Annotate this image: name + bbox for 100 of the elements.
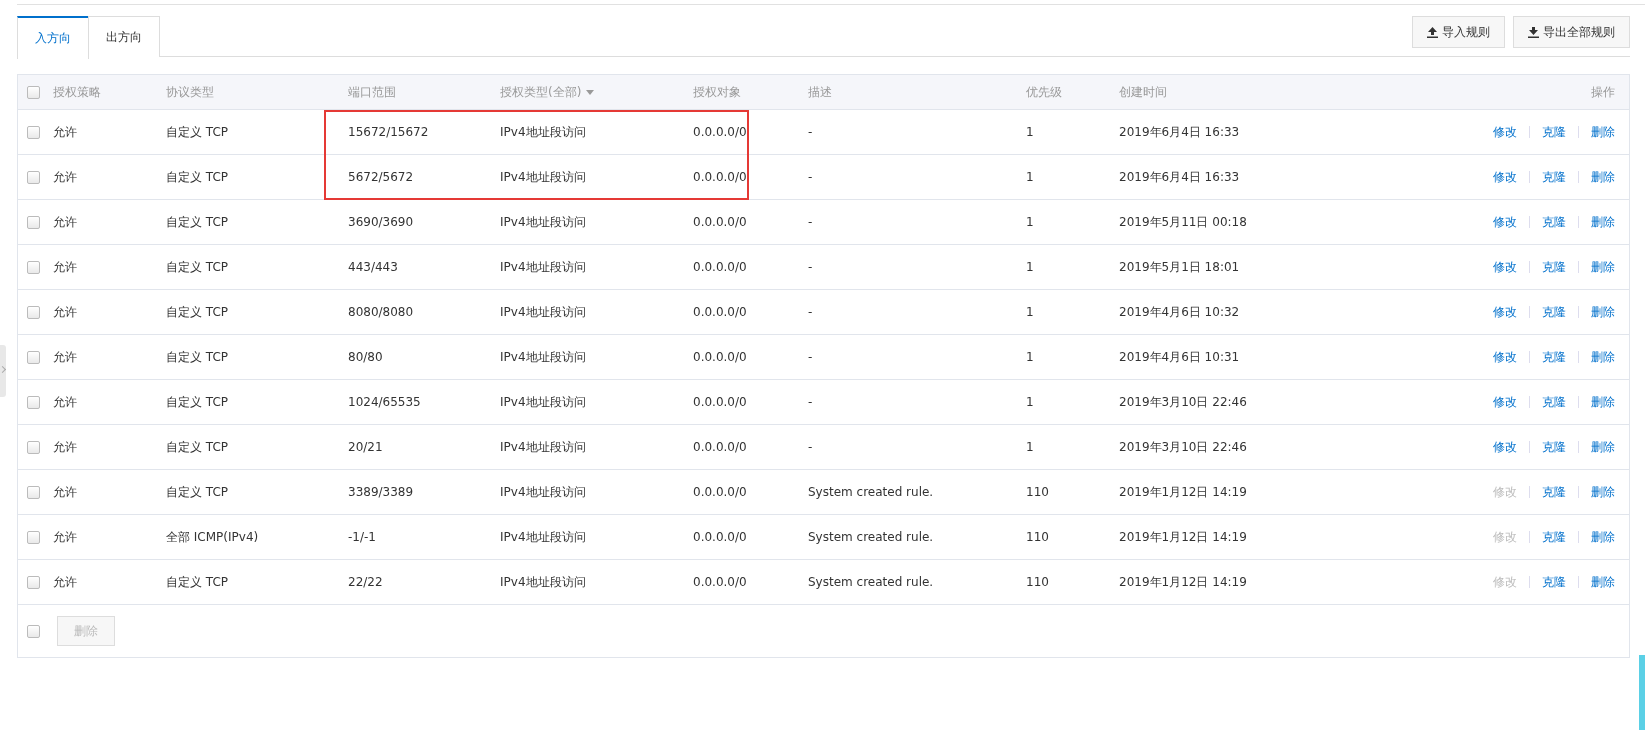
row-checkbox[interactable]: [27, 170, 40, 184]
table-cell: 自定义 TCP: [166, 394, 229, 409]
edit-link[interactable]: 修改: [1493, 438, 1517, 456]
edit-link[interactable]: 修改: [1493, 258, 1517, 276]
table-cell: 0.0.0.0/0: [693, 170, 747, 184]
column-header: 协议类型: [166, 83, 214, 101]
side-collapse-handle[interactable]: [0, 345, 6, 397]
table-cell: 110: [1026, 485, 1049, 499]
column-filter-header[interactable]: 授权类型(全部): [500, 83, 595, 101]
table-cell: 2019年5月11日 00:18: [1119, 214, 1247, 229]
table-cell: 443/443: [348, 260, 398, 274]
table-cell: 2019年4月6日 10:32: [1119, 304, 1240, 319]
table-cell: 2019年5月1日 18:01: [1119, 259, 1240, 274]
delete-link[interactable]: 删除: [1591, 258, 1615, 276]
table-cell: 自定义 TCP: [166, 259, 229, 274]
edit-link[interactable]: 修改: [1493, 348, 1517, 366]
table-cell: 3690/3690: [348, 215, 414, 229]
delete-link[interactable]: 删除: [1591, 168, 1615, 186]
side-widget-strip[interactable]: [1639, 655, 1645, 730]
table-cell: 允许: [53, 304, 77, 319]
row-checkbox[interactable]: [27, 530, 40, 544]
table-cell: System created rule.: [808, 575, 934, 589]
edit-link[interactable]: 修改: [1493, 123, 1517, 141]
delete-link[interactable]: 删除: [1591, 213, 1615, 231]
table-cell: 110: [1026, 530, 1049, 544]
import-button[interactable]: 导入规则: [1412, 16, 1505, 48]
table-cell: -1/-1: [348, 530, 376, 544]
table-cell: 0.0.0.0/0: [693, 260, 747, 274]
column-header: 操作: [1591, 83, 1615, 101]
row-checkbox[interactable]: [27, 215, 40, 229]
table-cell: 自定义 TCP: [166, 124, 229, 139]
select-all-checkbox[interactable]: [27, 85, 40, 99]
table-cell: 1: [1026, 125, 1034, 139]
delete-link[interactable]: 删除: [1591, 348, 1615, 366]
table-cell: 1: [1026, 170, 1034, 184]
row-checkbox[interactable]: [27, 485, 40, 499]
clone-link[interactable]: 克隆: [1542, 168, 1566, 186]
clone-link[interactable]: 克隆: [1542, 213, 1566, 231]
table-cell: 自定义 TCP: [166, 484, 229, 499]
table-cell: 15672/15672: [348, 125, 429, 139]
table-cell: -: [808, 440, 813, 454]
table-cell: 1: [1026, 260, 1034, 274]
table-cell: 2019年1月12日 14:19: [1119, 529, 1247, 544]
table-cell: 0.0.0.0/0: [693, 485, 747, 499]
table-cell: 2019年6月4日 16:33: [1119, 124, 1240, 139]
table-cell: IPv4地址段访问: [500, 304, 586, 319]
table-cell: 1: [1026, 305, 1034, 319]
table-cell: 允许: [53, 259, 77, 274]
clone-link[interactable]: 克隆: [1542, 483, 1566, 501]
table-cell: 0.0.0.0/0: [693, 575, 747, 589]
table-cell: 自定义 TCP: [166, 169, 229, 184]
tab[interactable]: 出方向: [88, 16, 160, 57]
row-checkbox[interactable]: [27, 440, 40, 454]
table-cell: -: [808, 215, 813, 229]
row-checkbox[interactable]: [27, 125, 40, 139]
column-header: 创建时间: [1119, 83, 1167, 101]
delete-link[interactable]: 删除: [1591, 528, 1615, 546]
table-cell: 2019年6月4日 16:33: [1119, 169, 1240, 184]
upload-icon: [1427, 26, 1438, 38]
table-cell: 自定义 TCP: [166, 349, 229, 364]
table-cell: 允许: [53, 439, 77, 454]
table-cell: 0.0.0.0/0: [693, 530, 747, 544]
edit-link[interactable]: 修改: [1493, 168, 1517, 186]
table-cell: 允许: [53, 484, 77, 499]
clone-link[interactable]: 克隆: [1542, 123, 1566, 141]
table-cell: 20/21: [348, 440, 383, 454]
table-cell: System created rule.: [808, 485, 934, 499]
table-cell: 允许: [53, 349, 77, 364]
clone-link[interactable]: 克隆: [1542, 258, 1566, 276]
table-cell: 允许: [53, 169, 77, 184]
table-cell: -: [808, 305, 813, 319]
column-header: 授权策略: [53, 83, 101, 101]
clone-link[interactable]: 克隆: [1542, 348, 1566, 366]
export-button[interactable]: 导出全部规则: [1513, 16, 1630, 48]
clone-link[interactable]: 克隆: [1542, 393, 1566, 411]
tab[interactable]: 入方向: [17, 16, 89, 59]
row-checkbox[interactable]: [27, 575, 40, 589]
row-checkbox[interactable]: [27, 305, 40, 319]
row-checkbox[interactable]: [27, 350, 40, 364]
clone-link[interactable]: 克隆: [1542, 303, 1566, 321]
select-all-checkbox[interactable]: [27, 624, 40, 638]
clone-link[interactable]: 克隆: [1542, 438, 1566, 456]
table-cell: 2019年4月6日 10:31: [1119, 349, 1240, 364]
delete-link[interactable]: 删除: [1591, 573, 1615, 591]
edit-link[interactable]: 修改: [1493, 213, 1517, 231]
clone-link[interactable]: 克隆: [1542, 573, 1566, 591]
table-cell: 允许: [53, 574, 77, 589]
table-cell: 全部 ICMP(IPv4): [166, 529, 259, 544]
delete-link[interactable]: 删除: [1591, 123, 1615, 141]
edit-link[interactable]: 修改: [1493, 393, 1517, 411]
clone-link[interactable]: 克隆: [1542, 528, 1566, 546]
delete-link[interactable]: 删除: [1591, 483, 1615, 501]
table-cell: System created rule.: [808, 530, 934, 544]
delete-link[interactable]: 删除: [1591, 438, 1615, 456]
table-cell: -: [808, 395, 813, 409]
delete-link[interactable]: 删除: [1591, 303, 1615, 321]
delete-link[interactable]: 删除: [1591, 393, 1615, 411]
row-checkbox[interactable]: [27, 260, 40, 274]
row-checkbox[interactable]: [27, 395, 40, 409]
edit-link[interactable]: 修改: [1493, 303, 1517, 321]
